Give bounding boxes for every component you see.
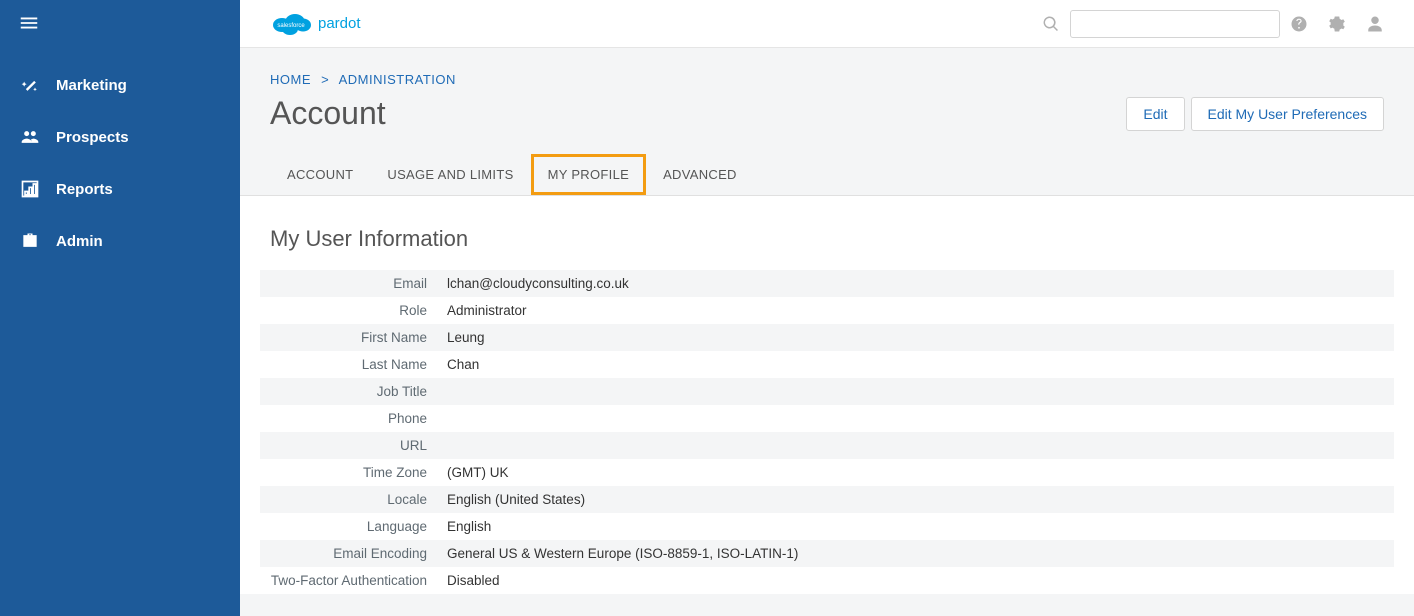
field-value-email: lchan@cloudyconsulting.co.uk [437,270,1394,297]
tab-account[interactable]: ACCOUNT [270,154,370,195]
field-label-locale: Locale [260,486,437,513]
table-row: Language English [260,513,1394,540]
field-label-role: Role [260,297,437,324]
field-label-last-name: Last Name [260,351,437,378]
section-my-user-information: My User Information Email lchan@cloudyco… [240,196,1414,594]
table-row: Email Encoding General US & Western Euro… [260,540,1394,567]
field-label-email: Email [260,270,437,297]
table-row: Time Zone (GMT) UK [260,459,1394,486]
page-header: Account Edit Edit My User Preferences [240,93,1414,132]
sidebar-item-marketing[interactable]: Marketing [0,59,240,111]
user-info-table: Email lchan@cloudyconsulting.co.uk Role … [260,270,1394,594]
sidebar-item-label: Marketing [56,77,127,94]
sidebar-item-label: Reports [56,181,113,198]
brand-product-text: pardot [318,15,361,32]
table-row: Two-Factor Authentication Disabled [260,567,1394,594]
main-area: salesforce pardot HOME [240,0,1414,616]
help-icon[interactable] [1280,9,1318,39]
table-row: URL [260,432,1394,459]
field-value-language: English [437,513,1394,540]
sidebar-nav: Marketing Prospects Reports Admin [0,49,240,267]
table-row: Role Administrator [260,297,1394,324]
edit-preferences-button[interactable]: Edit My User Preferences [1191,97,1385,131]
sidebar-item-reports[interactable]: Reports [0,163,240,215]
bar-chart-icon [18,179,42,199]
hamburger-menu[interactable] [0,0,240,49]
field-label-first-name: First Name [260,324,437,351]
field-value-time-zone: (GMT) UK [437,459,1394,486]
tab-my-profile[interactable]: MY PROFILE [531,154,647,195]
sidebar-item-prospects[interactable]: Prospects [0,111,240,163]
field-label-email-encoding: Email Encoding [260,540,437,567]
salesforce-cloud-icon: salesforce [270,7,312,40]
field-label-job-title: Job Title [260,378,437,405]
sidebar-item-admin[interactable]: Admin [0,215,240,267]
sidebar-item-label: Prospects [56,129,129,146]
field-label-time-zone: Time Zone [260,459,437,486]
tab-advanced[interactable]: ADVANCED [646,154,754,195]
sidebar: Marketing Prospects Reports Admin [0,0,240,616]
users-icon [18,127,42,147]
field-label-two-factor: Two-Factor Authentication [260,567,437,594]
edit-button[interactable]: Edit [1126,97,1184,131]
field-label-url: URL [260,432,437,459]
field-value-phone [437,405,1394,432]
field-value-job-title [437,378,1394,405]
table-row: Job Title [260,378,1394,405]
field-label-phone: Phone [260,405,437,432]
briefcase-icon [18,231,42,251]
field-value-last-name: Chan [437,351,1394,378]
table-row: Email lchan@cloudyconsulting.co.uk [260,270,1394,297]
breadcrumb: HOME > ADMINISTRATION [240,48,1414,93]
brand: salesforce pardot [270,7,361,40]
table-row: Last Name Chan [260,351,1394,378]
gear-icon[interactable] [1318,9,1356,39]
user-icon[interactable] [1356,9,1394,39]
page-title: Account [270,95,386,132]
field-value-two-factor: Disabled [437,567,1394,594]
field-value-email-encoding: General US & Western Europe (ISO-8859-1,… [437,540,1394,567]
search-icon[interactable] [1032,9,1070,39]
field-value-first-name: Leung [437,324,1394,351]
table-row: First Name Leung [260,324,1394,351]
page-content: HOME > ADMINISTRATION Account Edit Edit … [240,48,1414,616]
breadcrumb-home[interactable]: HOME [270,72,311,87]
search-input[interactable] [1070,10,1280,38]
tabs: ACCOUNT USAGE AND LIMITS MY PROFILE ADVA… [240,132,1414,196]
sidebar-item-label: Admin [56,233,103,250]
section-title: My User Information [240,196,1414,270]
wand-icon [18,75,42,95]
table-row: Locale English (United States) [260,486,1394,513]
topbar: salesforce pardot [240,0,1414,48]
field-value-url [437,432,1394,459]
svg-text:salesforce: salesforce [277,23,305,29]
breadcrumb-separator: > [321,72,329,87]
hamburger-icon [18,12,40,34]
table-row: Phone [260,405,1394,432]
field-label-language: Language [260,513,437,540]
field-value-role: Administrator [437,297,1394,324]
field-value-locale: English (United States) [437,486,1394,513]
breadcrumb-administration[interactable]: ADMINISTRATION [339,72,456,87]
tab-usage-and-limits[interactable]: USAGE AND LIMITS [370,154,530,195]
